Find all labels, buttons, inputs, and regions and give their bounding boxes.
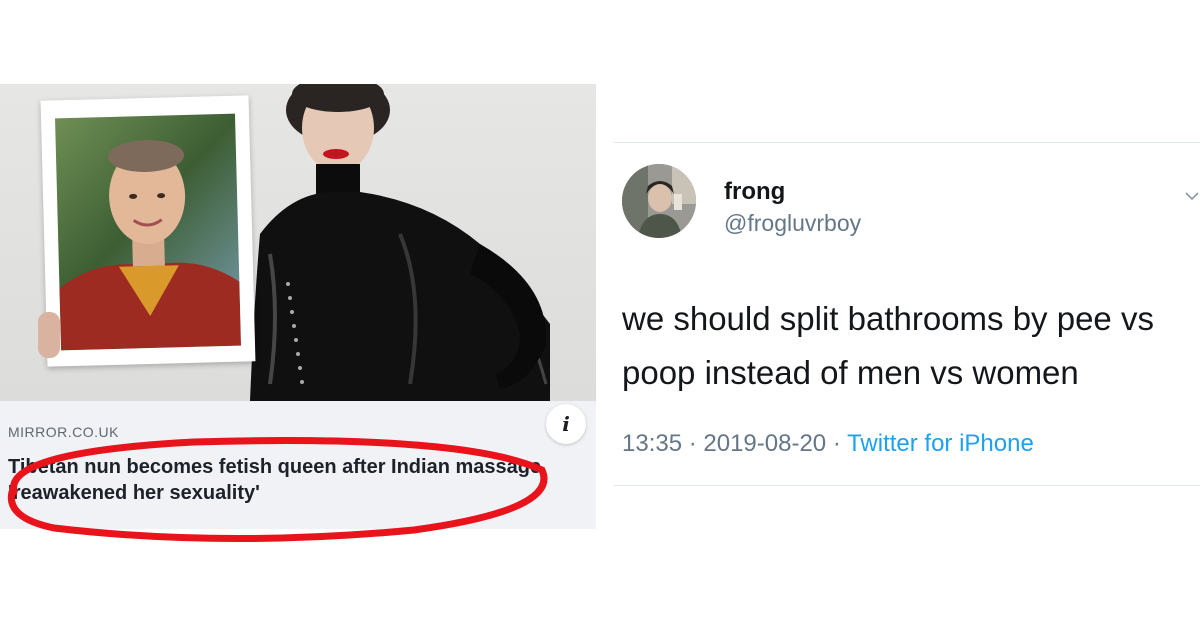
tweet-divider-top [614,142,1200,143]
polaroid-frame [40,95,256,367]
tweet-divider-bottom [614,485,1200,486]
tweet-display-name[interactable]: frong [724,178,785,206]
nun-portrait-photo [55,113,242,351]
meta-separator: · [682,430,704,457]
tweet-handle[interactable]: @frogluvrboy [724,210,861,237]
tweet-metadata: 13:35 · 2019-08-20 · Twitter for iPhone [622,430,1034,458]
tweet-time[interactable]: 13:35 [622,430,682,457]
latex-figure-illustration [250,84,550,401]
hand-holding-frame [38,312,60,358]
news-source-domain: MIRROR.CO.UK [8,424,119,440]
news-thumbnail[interactable] [0,84,596,401]
news-headline[interactable]: Tibetan nun becomes fetish queen after I… [8,454,548,506]
meta-separator: · [826,430,848,457]
news-link-card[interactable]: i MIRROR.CO.UK Tibetan nun becomes fetis… [0,84,596,543]
avatar[interactable] [622,164,696,238]
tweet-text: we should split bathrooms by pee vs poop… [622,300,1154,391]
tweet-card: frong @frogluvrboy we should split bathr… [614,142,1200,486]
tweet-date[interactable]: 2019-08-20 [703,430,826,457]
tweet-client-link[interactable]: Twitter for iPhone [847,430,1034,457]
info-icon[interactable]: i [546,404,586,444]
chevron-down-icon[interactable] [1184,188,1200,204]
